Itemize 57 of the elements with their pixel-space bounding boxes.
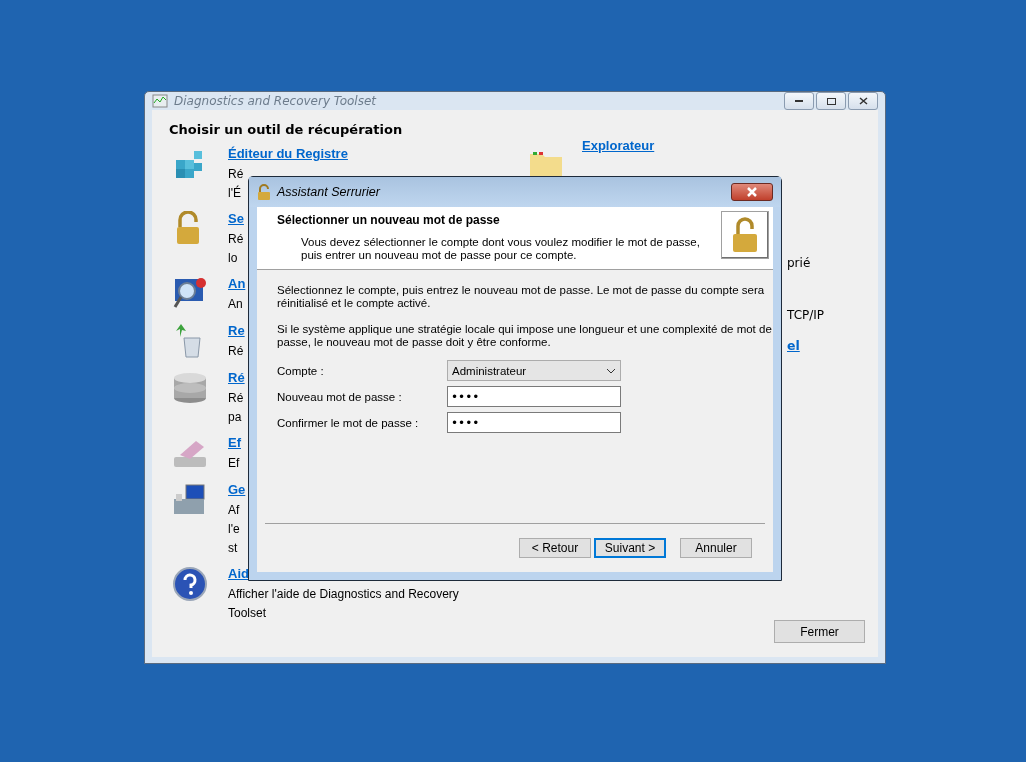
- wizard-button[interactable]: < Retour: [519, 538, 591, 558]
- tool-link[interactable]: Se: [228, 211, 244, 227]
- tool-description: Ré: [228, 344, 244, 358]
- tool-link[interactable]: Ge: [228, 482, 246, 498]
- tool-link[interactable]: Éditeur du Registre: [228, 146, 348, 162]
- tool-link[interactable]: Aid: [228, 566, 249, 582]
- chevron-down-icon: [606, 367, 616, 374]
- tool-link[interactable]: Explorateur: [582, 138, 655, 154]
- field-label: Compte :: [277, 364, 325, 377]
- window-title: Diagnostics and Recovery Toolset: [174, 94, 377, 108]
- tool-description: Ré: [228, 391, 244, 405]
- close-window-button[interactable]: Fermer: [774, 620, 865, 643]
- maximize-icon: [826, 97, 836, 105]
- help-icon: [172, 566, 208, 602]
- password-field[interactable]: ••••: [447, 412, 621, 433]
- instruction-text: Si le système applique une stratégie locale qui impose une longueur et une complexité de mot de passe, le nouveau mot de passe doit y être conforme.: [277, 323, 773, 349]
- disk-stack-icon: [172, 370, 208, 406]
- field-label: Nouveau mot de passe :: [277, 390, 403, 403]
- tool-description: lo: [228, 251, 238, 265]
- close-button[interactable]: [731, 183, 773, 201]
- tool-description: Toolset: [228, 606, 267, 620]
- password-field[interactable]: ••••: [447, 386, 621, 407]
- tool-description: pa: [228, 410, 242, 424]
- padlock-icon: [730, 217, 760, 253]
- account-dropdown[interactable]: Administrateur: [447, 360, 621, 381]
- tool-link[interactable]: An: [228, 276, 246, 292]
- minimize-button[interactable]: [784, 92, 814, 110]
- close-icon: [746, 187, 758, 197]
- section-heading: Choisir un outil de récupération: [169, 122, 404, 137]
- tool-description: st: [228, 541, 238, 555]
- step-heading: Sélectionner un nouveau mot de passe: [277, 213, 501, 227]
- tool-description: TCP/IP: [787, 308, 825, 322]
- tool-description: Afficher l'aide de Diagnostics and Recovery: [228, 587, 459, 601]
- close-button[interactable]: [848, 92, 878, 110]
- tool-description: l'É: [228, 186, 241, 200]
- field-label: Confirmer le mot de passe :: [277, 416, 420, 429]
- tool-description: prié: [787, 256, 811, 270]
- tool-description: Ré: [228, 232, 244, 246]
- dialog-title: Assistant Serrurier: [277, 185, 380, 199]
- close-icon: [858, 97, 868, 105]
- maximize-button[interactable]: [816, 92, 846, 110]
- tool-link[interactable]: Ef: [228, 435, 241, 451]
- app-icon: [152, 93, 168, 109]
- tool-link[interactable]: el: [787, 338, 800, 353]
- tool-link[interactable]: Ré: [228, 370, 245, 386]
- wizard-button[interactable]: Suivant >: [594, 538, 666, 558]
- tool-description: Ré: [228, 167, 244, 181]
- tool-description: l'e: [228, 522, 240, 536]
- wizard-button[interactable]: Annuler: [680, 538, 752, 558]
- tool-description: Af: [228, 503, 240, 517]
- tool-link[interactable]: Re: [228, 323, 245, 339]
- tool-description: Ef: [228, 456, 240, 470]
- step-description: Vous devez sélectionner le compte dont vous voulez modifier le mot de passe, puis entrer un nouveau mot de passe pour ce compte.: [301, 236, 700, 261]
- instruction-text: Sélectionnez le compte, puis entrez le nouveau mot de passe. Le mot de passe du compte sera réinitialisé et le compte activé.: [277, 284, 766, 310]
- tool-description: An: [228, 297, 243, 311]
- padlock-icon: [257, 184, 271, 200]
- minimize-icon: [795, 99, 803, 103]
